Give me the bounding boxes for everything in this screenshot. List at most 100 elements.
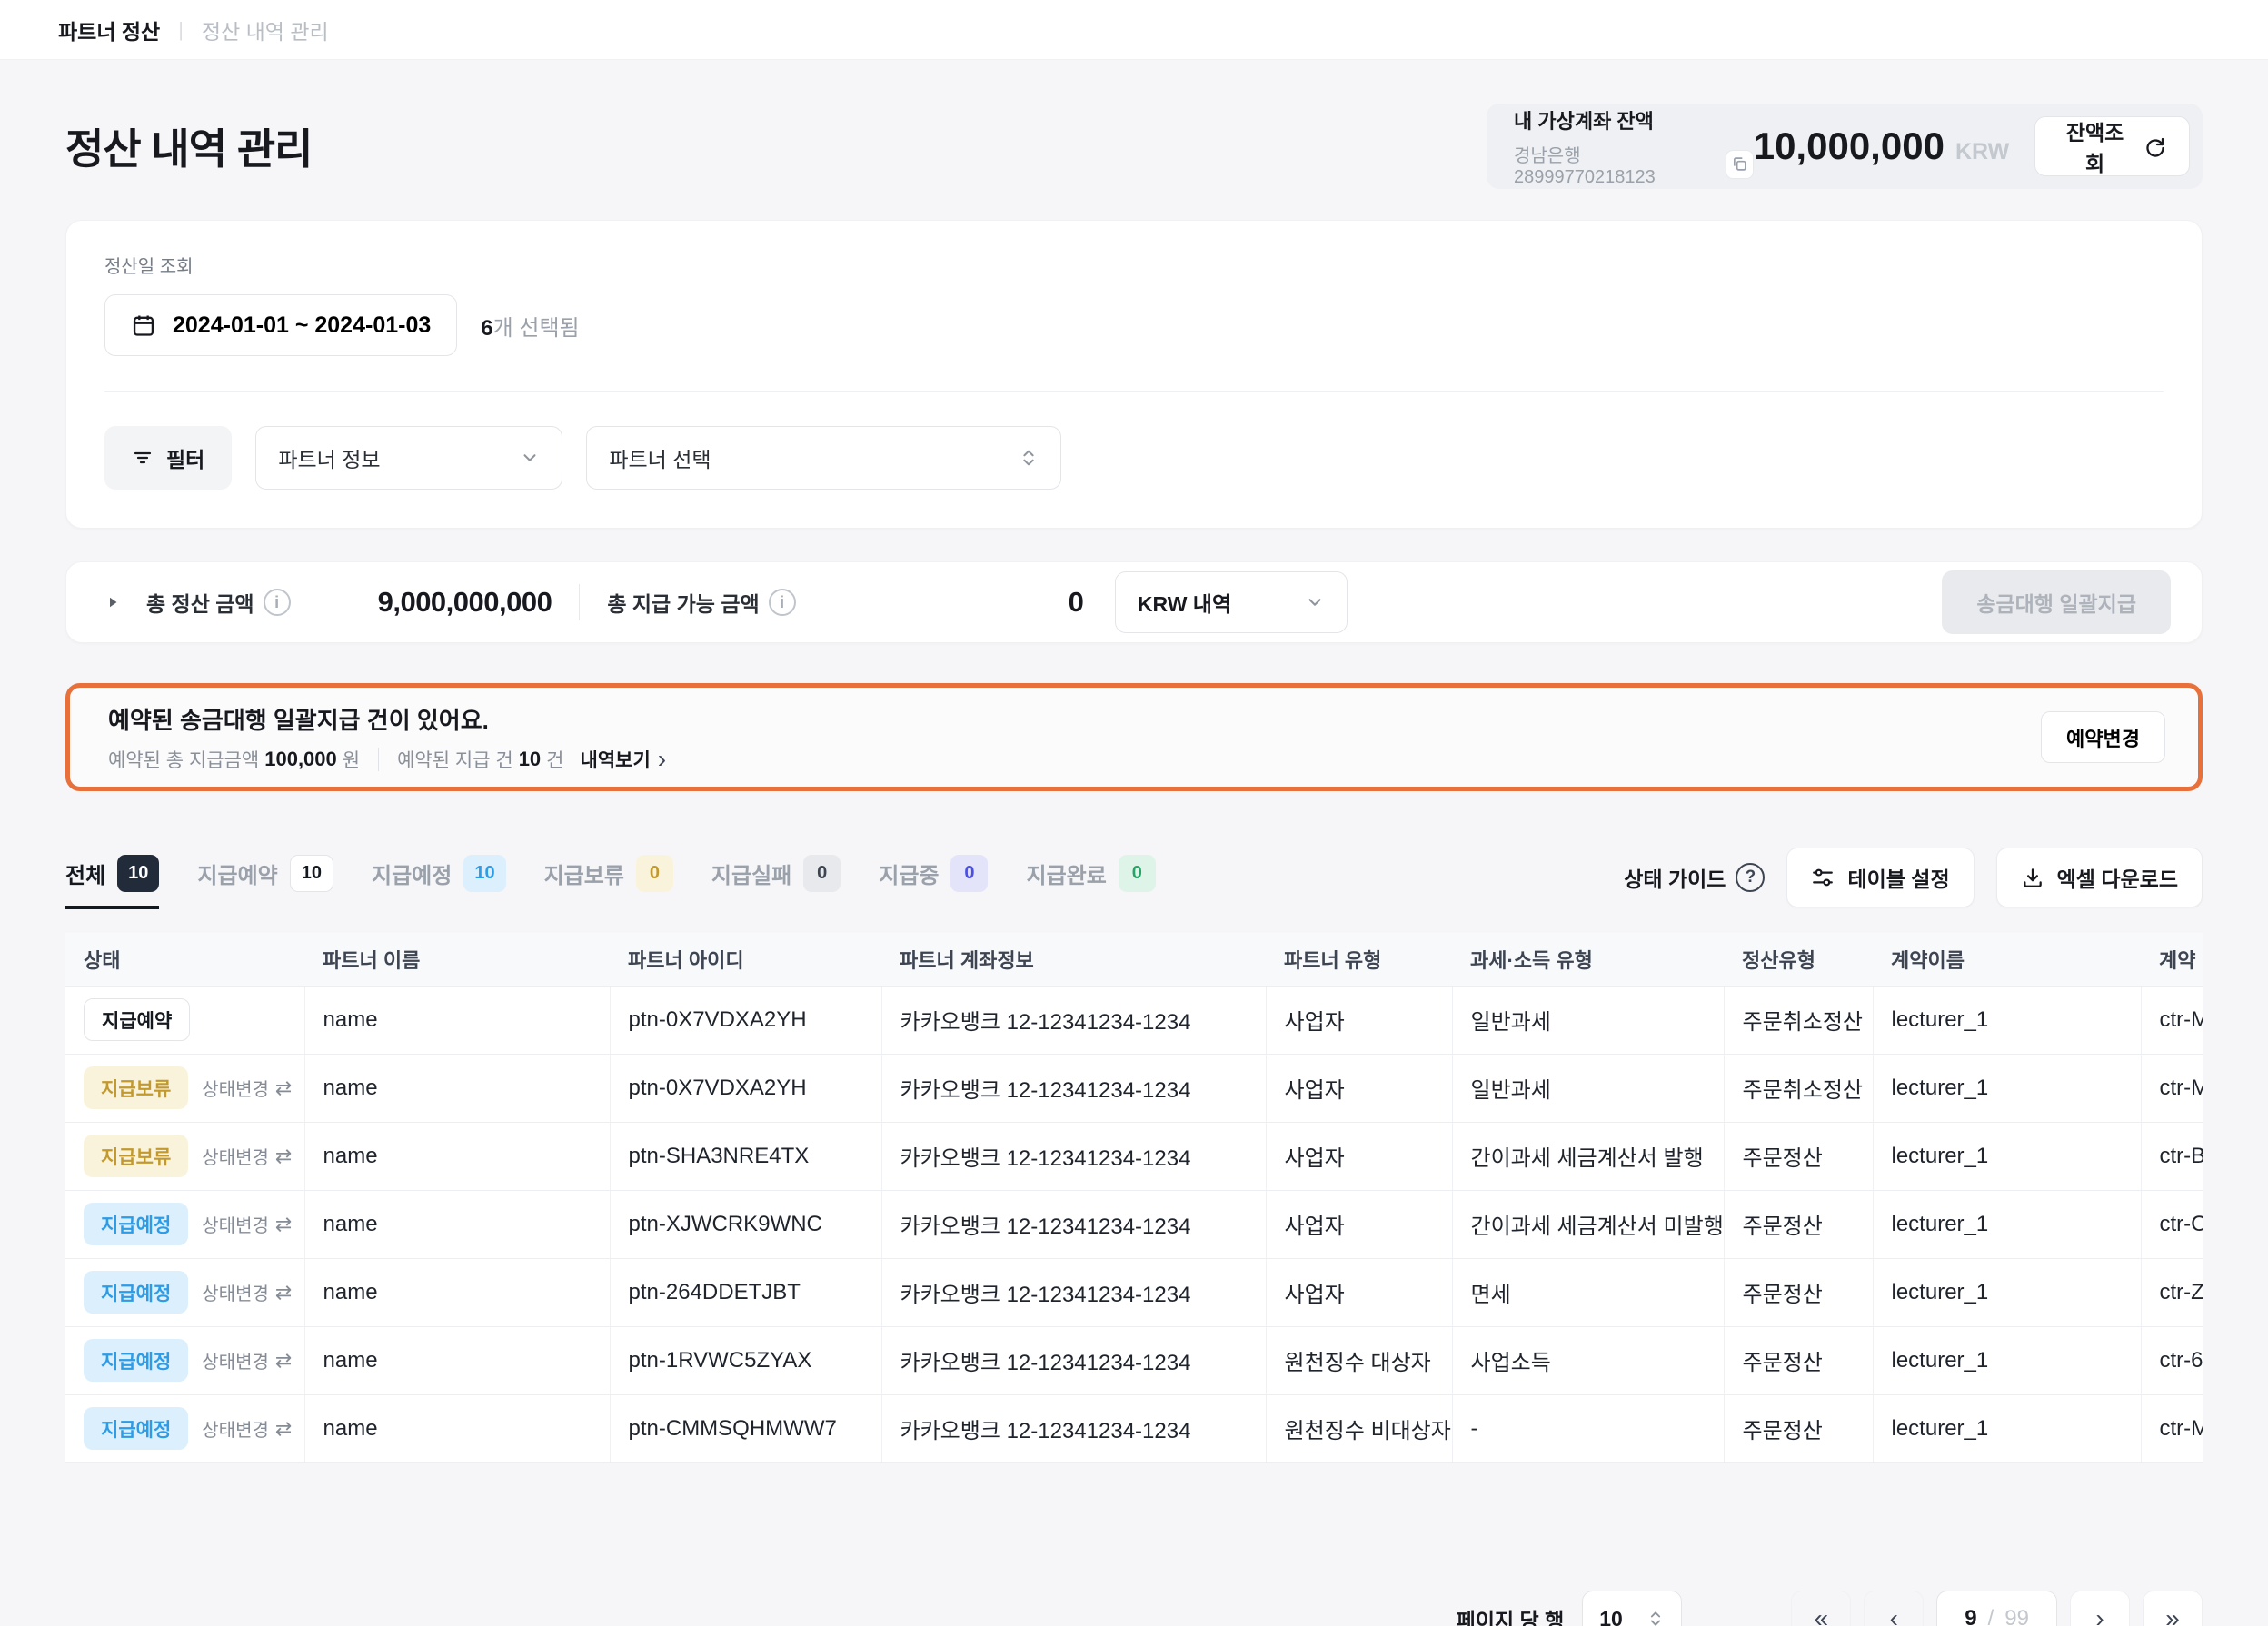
info-icon[interactable]: i [769,589,796,616]
contract-name-cell: lecturer_1 [1873,1122,2141,1190]
partner-info-select[interactable]: 파트너 정보 [255,426,562,490]
partner-account-cell: 카카오뱅크 12-12341234-1234 [881,1394,1266,1462]
last-page-button[interactable]: » [2143,1591,2203,1626]
status-change-button[interactable]: 상태변경⇄ [202,1279,292,1305]
swap-icon: ⇄ [275,1215,292,1234]
status-guide-link[interactable]: 상태 가이드 ? [1624,862,1765,893]
pagination: 페이지 당 행 10 « ‹ 9 / 99 › » [65,1591,2203,1626]
tab-paying[interactable]: 지급중 0 [879,855,988,909]
balance-refresh-button[interactable]: 잔액조회 [2034,116,2190,176]
partner-type-cell: 사업자 [1266,1054,1452,1122]
selected-count: 6개 선택됨 [481,310,579,342]
settlement-type-cell: 주문정산 [1724,1258,1873,1326]
copy-icon[interactable] [1726,150,1754,179]
next-page-button[interactable]: › [2070,1591,2130,1626]
status-change-button[interactable]: 상태변경⇄ [202,1415,292,1442]
download-icon [2021,866,2044,889]
tab-failed[interactable]: 지급실패0 [711,855,841,909]
partner-type-cell: 원천징수 비대상자 [1266,1394,1452,1462]
swap-icon: ⇄ [275,1078,292,1098]
table-settings-button[interactable]: 테이블 설정 [1786,848,1974,907]
tab-label: 지급예정 [372,858,452,889]
tab-count-badge: 0 [803,855,841,892]
partner-id-cell: ptn-264DDETJBT [610,1258,881,1326]
breadcrumb-page[interactable]: 정산 내역 관리 [202,15,329,45]
contract-id-cell: ctr-M [2141,986,2203,1054]
breadcrumb-section[interactable]: 파트너 정산 [58,15,160,45]
breadcrumb-separator: | [178,18,184,42]
tab-all[interactable]: 전체10 [65,855,159,909]
contract-id-cell: ctr-6 [2141,1326,2203,1394]
table-row: 지급보류상태변경⇄nameptn-0X7VDXA2YH카카오뱅크 12-1234… [65,1054,2203,1122]
settlement-type-cell: 주문정산 [1724,1394,1873,1462]
view-details-link[interactable]: 내역보기 › [581,746,667,773]
status-change-button[interactable]: 상태변경⇄ [202,1347,292,1373]
partner-name-cell: name [304,1190,610,1258]
status-badge: 지급보류 [84,1066,188,1109]
contract-name-cell: lecturer_1 [1873,1258,2141,1326]
page-number-box[interactable]: 9 / 99 [1936,1591,2057,1626]
contract-id-cell: ctr-M [2141,1394,2203,1462]
tab-count-badge: 0 [1119,855,1156,892]
partner-account-cell: 카카오뱅크 12-12341234-1234 [881,1190,1266,1258]
tab-count-badge: 10 [290,855,333,892]
partner-choose-select[interactable]: 파트너 선택 [586,426,1061,490]
expand-caret-icon[interactable] [97,587,128,618]
tax-type-cell: 사업소득 [1452,1326,1724,1394]
tab-label: 지급완료 [1026,858,1106,889]
rows-per-page-select[interactable]: 10 [1582,1591,1682,1626]
current-page[interactable]: 9 [1965,1606,1976,1626]
swap-icon: ⇄ [275,1351,292,1371]
tab-label: 전체 [65,858,105,889]
prev-page-button[interactable]: ‹ [1864,1591,1924,1626]
virtual-account-balance-card: 내 가상계좌 잔액 경남은행 28999770218123 10,000,000… [1487,104,2203,189]
banner-divider [378,748,379,771]
column-header: 파트너 유형 [1266,933,1452,986]
partner-name-cell: name [304,1054,610,1122]
table-row: 지급예정상태변경⇄nameptn-264DDETJBT카카오뱅크 12-1234… [65,1258,2203,1326]
tab-count-badge: 10 [463,855,505,892]
contract-name-cell: lecturer_1 [1873,986,2141,1054]
date-filter-label: 정산일 조회 [104,252,2164,278]
status-badge: 지급예약 [84,998,190,1041]
filter-button[interactable]: 필터 [104,426,232,490]
banner-details: 예약된 총 지급금액100,000원 예약된 지급 건10건 내역보기 › [108,746,666,773]
tab-completed[interactable]: 지급완료 0 [1026,855,1155,909]
column-header: 계약이름 [1873,933,2141,986]
status-change-button[interactable]: 상태변경⇄ [202,1211,292,1237]
status-change-button[interactable]: 상태변경⇄ [202,1075,292,1101]
partner-account-cell: 카카오뱅크 12-12341234-1234 [881,1054,1266,1122]
settlement-type-cell: 주문취소정산 [1724,1054,1873,1122]
rows-per-page-label: 페이지 당 행 [1457,1603,1565,1626]
bulk-pay-button[interactable]: 송금대행 일괄지급 [1942,570,2171,634]
status-change-button[interactable]: 상태변경⇄ [202,1143,292,1169]
total-settlement-label: 총 정산 금액 i [146,587,291,618]
excel-download-button[interactable]: 엑셀 다운로드 [1996,848,2203,907]
currency-history-select[interactable]: KRW 내역 [1115,571,1348,633]
tab-reserved[interactable]: 지급예약10 [197,855,333,909]
tab-held[interactable]: 지급보류0 [544,855,673,909]
contract-id-cell: ctr-B [2141,1122,2203,1190]
table-row: 지급보류상태변경⇄nameptn-SHA3NRE4TX카카오뱅크 12-1234… [65,1122,2203,1190]
settlement-type-cell: 주문정산 [1724,1122,1873,1190]
table-row: 지급예정상태변경⇄nameptn-CMMSQHMWW7카카오뱅크 12-1234… [65,1394,2203,1462]
tab-scheduled[interactable]: 지급예정 10 [372,855,506,909]
info-icon[interactable]: i [264,589,291,616]
status-badge: 지급예정 [84,1407,188,1450]
status-tabs-row: 전체10지급예약10지급예정10지급보류0지급실패0지급중0지급완료0 상태 가… [65,848,2203,917]
tab-count-badge: 0 [950,855,988,892]
change-reservation-button[interactable]: 예약변경 [2041,711,2165,763]
contract-id-cell: ctr-Z [2141,1258,2203,1326]
calendar-icon [131,312,156,338]
partner-id-cell: ptn-SHA3NRE4TX [610,1122,881,1190]
date-range-button[interactable]: 2024-01-01 ~ 2024-01-03 [104,294,457,356]
chevrons-up-down-icon [1019,448,1039,468]
contract-name-cell: lecturer_1 [1873,1054,2141,1122]
partner-type-cell: 사업자 [1266,1190,1452,1258]
first-page-button[interactable]: « [1791,1591,1851,1626]
summary-divider [579,584,580,620]
tab-label: 지급중 [879,858,939,889]
partner-type-cell: 사업자 [1266,1122,1452,1190]
status-badge: 지급예정 [84,1339,188,1382]
chevron-down-icon [520,448,540,468]
